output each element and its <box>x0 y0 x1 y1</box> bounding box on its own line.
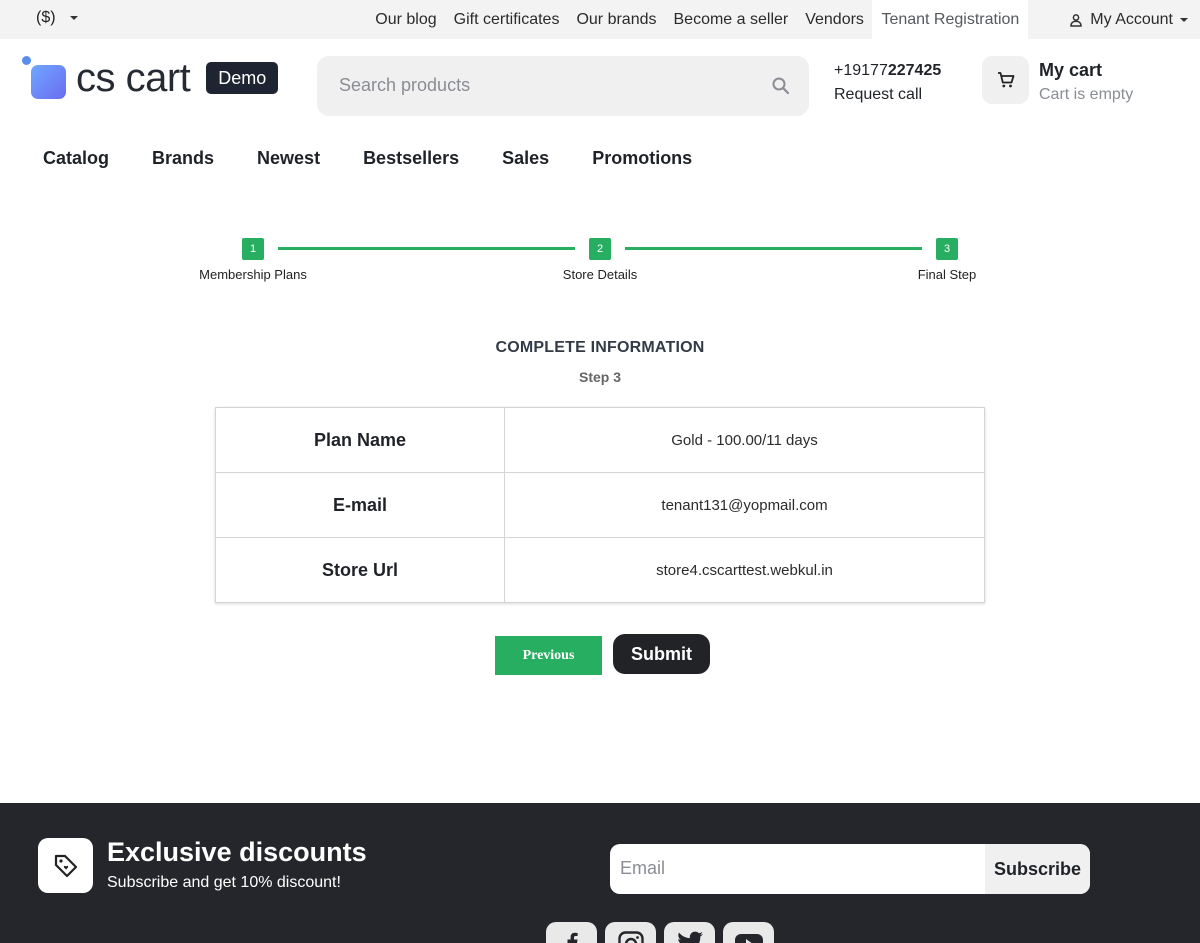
user-icon <box>1070 13 1083 27</box>
table-row: E-mail tenant131@yopmail.com <box>215 472 985 538</box>
step-1-label: Membership Plans <box>199 267 307 282</box>
top-link-blog[interactable]: Our blog <box>367 0 445 39</box>
logo-text: cs cart <box>76 56 191 100</box>
currency-label: ($) <box>36 9 56 26</box>
search-bar <box>317 56 809 116</box>
top-link-gift-certificates[interactable]: Gift certificates <box>445 0 568 39</box>
cart-icon <box>997 72 1014 88</box>
row-value: store4.cscarttest.webkul.in <box>504 537 985 603</box>
progress-stepper: 1 2 3 Membership Plans Store Details Fin… <box>0 238 1200 288</box>
page-subtitle: Step 3 <box>578 369 621 385</box>
my-account-menu[interactable]: My Account <box>1037 0 1200 39</box>
phone-number: +19177227425 <box>834 62 941 80</box>
top-link-tenant-registration[interactable]: Tenant Registration <box>872 0 1029 39</box>
cart-status: Cart is empty <box>1039 86 1134 103</box>
row-value: Gold - 100.00/11 days <box>504 407 985 473</box>
search-icon[interactable] <box>771 76 791 96</box>
cart-button[interactable] <box>982 56 1029 104</box>
step-connector <box>278 247 575 250</box>
social-links <box>546 922 774 943</box>
row-key: Store Url <box>215 537 505 603</box>
step-2-label: Store Details <box>562 267 638 282</box>
chevron-down-icon <box>69 16 78 20</box>
step-1-marker: 1 <box>242 238 264 260</box>
top-link-vendors[interactable]: Vendors <box>797 0 873 39</box>
submit-button[interactable]: Submit <box>613 634 710 674</box>
top-link-become-seller[interactable]: Become a seller <box>665 0 797 39</box>
step-connector <box>625 247 922 250</box>
step-2-marker: 2 <box>589 238 611 260</box>
email-field[interactable] <box>620 858 980 879</box>
discount-title: Exclusive discounts <box>107 837 367 867</box>
nav-bestsellers[interactable]: Bestsellers <box>363 148 459 169</box>
nav-sales[interactable]: Sales <box>502 148 549 169</box>
my-account-label: My Account <box>1090 10 1173 28</box>
row-value: tenant131@yopmail.com <box>504 472 985 538</box>
table-row: Plan Name Gold - 100.00/11 days <box>215 407 985 473</box>
chevron-down-icon <box>1180 17 1188 22</box>
previous-button[interactable]: Previous <box>495 636 602 675</box>
subscribe-button[interactable]: Subscribe <box>985 844 1090 894</box>
phone-bold: 227425 <box>887 62 942 79</box>
discount-tag-icon <box>38 838 93 893</box>
page-title: COMPLETE INFORMATION <box>495 339 705 356</box>
top-bar: ($) Our blog Gift certificates Our brand… <box>0 0 1200 39</box>
logo-mark <box>22 56 66 100</box>
cart-title[interactable]: My cart <box>1039 60 1102 81</box>
newsletter-form: Subscribe <box>610 844 1090 894</box>
request-call-link[interactable]: Request call <box>834 86 922 104</box>
step-3-label: Final Step <box>917 267 977 282</box>
nav-brands[interactable]: Brands <box>152 148 214 169</box>
instagram-icon[interactable] <box>605 922 656 943</box>
row-key: Plan Name <box>215 407 505 473</box>
twitter-icon[interactable] <box>664 922 715 943</box>
summary-table: Plan Name Gold - 100.00/11 days E-mail t… <box>215 407 985 603</box>
phone-prefix: +19177 <box>834 62 888 79</box>
nav-catalog[interactable]: Catalog <box>43 148 109 169</box>
nav-newest[interactable]: Newest <box>257 148 320 169</box>
top-links: Our blog Gift certificates Our brands Be… <box>367 0 1200 39</box>
nav-promotions[interactable]: Promotions <box>592 148 692 169</box>
footer: Exclusive discounts Subscribe and get 10… <box>0 803 1200 943</box>
discount-subtitle: Subscribe and get 10% discount! <box>107 874 341 891</box>
youtube-icon[interactable] <box>723 922 774 943</box>
search-input[interactable] <box>339 75 739 96</box>
row-key: E-mail <box>215 472 505 538</box>
step-3-marker: 3 <box>936 238 958 260</box>
demo-badge: Demo <box>206 62 279 94</box>
table-row: Store Url store4.cscarttest.webkul.in <box>215 537 985 603</box>
top-link-brands[interactable]: Our brands <box>568 0 665 39</box>
facebook-icon[interactable] <box>546 922 597 943</box>
main-nav: Catalog Brands Newest Bestsellers Sales … <box>43 148 735 169</box>
currency-selector[interactable]: ($) <box>36 9 78 27</box>
logo[interactable]: cs cart Demo <box>22 56 279 100</box>
